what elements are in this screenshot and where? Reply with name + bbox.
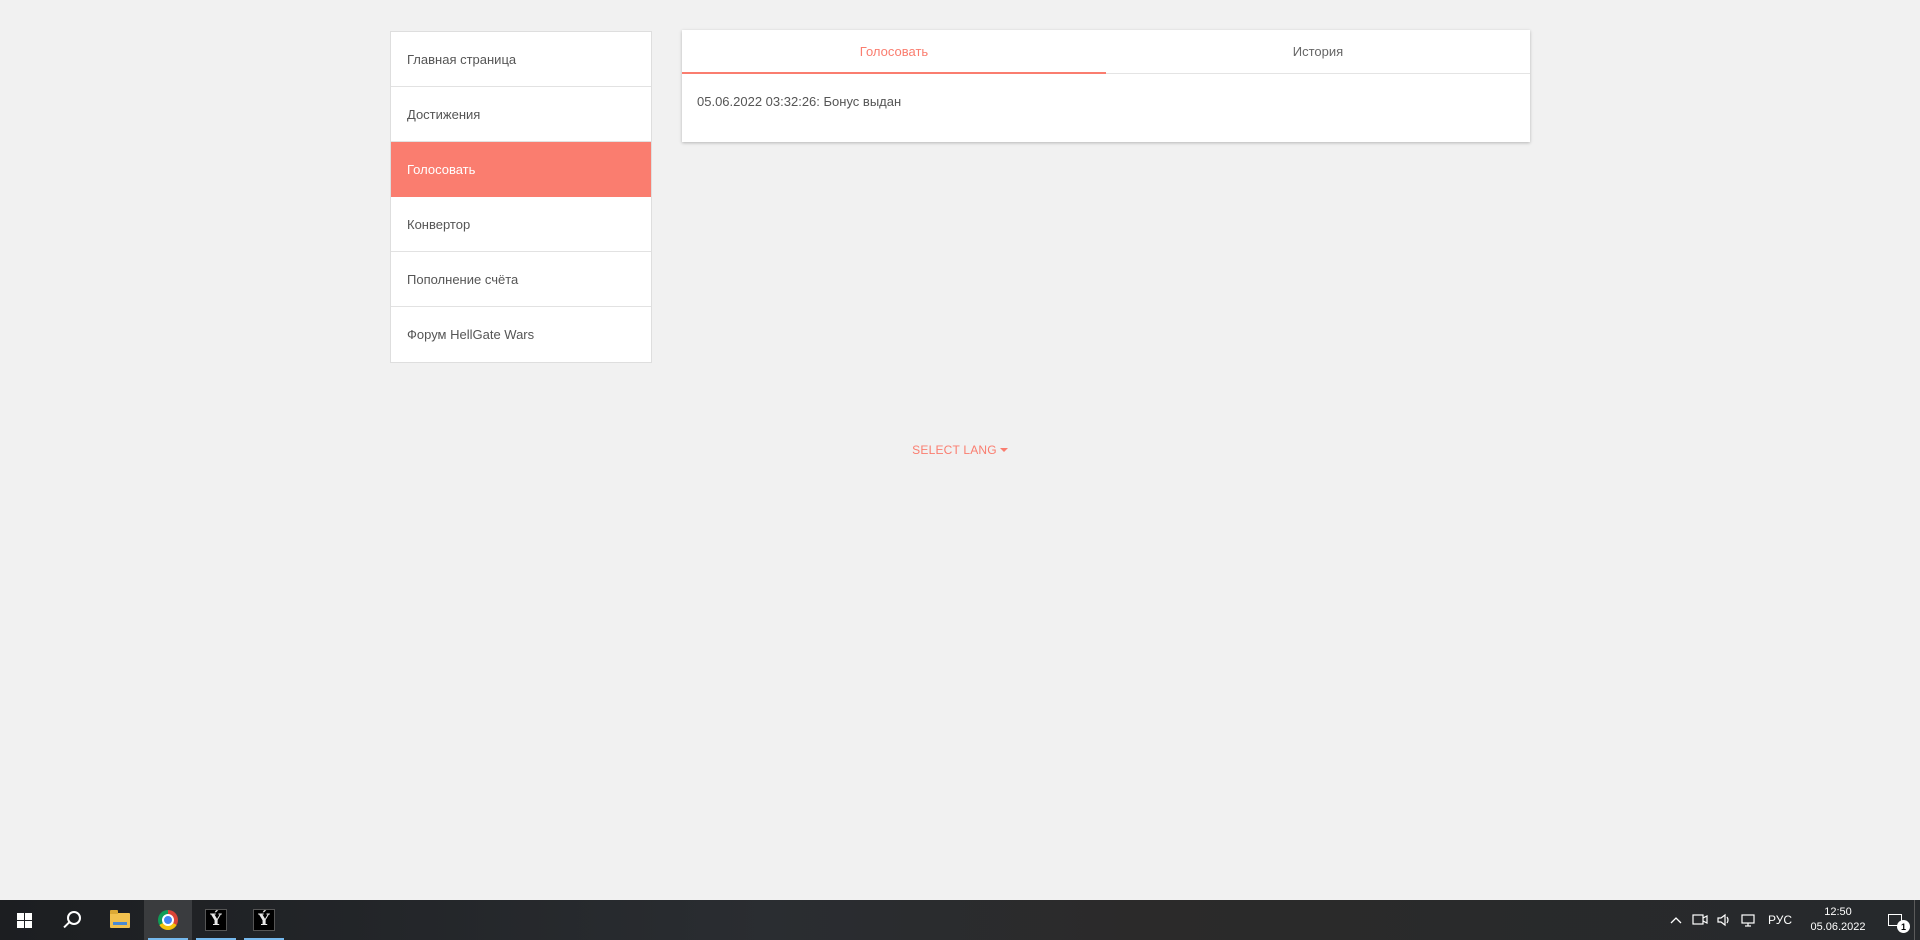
network-icon [1741,914,1755,927]
show-hidden-icons-button[interactable] [1664,900,1688,940]
system-tray: РУС 12:50 05.06.2022 1 [1664,900,1920,940]
game-app-icon: Ý [205,909,227,931]
speaker-icon [1717,913,1729,927]
network-button[interactable] [1736,900,1760,940]
action-center-button[interactable]: 1 [1876,900,1914,940]
volume-button[interactable] [1712,900,1736,940]
sidebar-item-vote[interactable]: Голосовать [391,142,651,197]
taskbar-chrome[interactable] [144,900,192,940]
sidebar-nav: Главная страница Достижения Голосовать К… [390,31,652,363]
card-body: 05.06.2022 03:32:26: Бонус выдан [682,74,1530,129]
taskbar-game-app-1[interactable]: Ý [192,900,240,940]
tab-history[interactable]: История [1106,30,1530,73]
tab-label: Голосовать [859,44,929,59]
select-lang-button[interactable]: SELECT LANG [912,443,1008,457]
camera-tray-button[interactable] [1688,900,1712,940]
sidebar-item-label: Голосовать [407,161,476,177]
sidebar-item-home[interactable]: Главная страница [391,32,651,87]
caret-down-icon [999,447,1008,452]
select-lang-label: SELECT LANG [912,443,997,457]
input-language-button[interactable]: РУС [1760,913,1800,927]
windows-start-icon [16,912,32,928]
sidebar-item-top-up[interactable]: Пополнение счёта [391,252,651,307]
tab-bar: Голосовать История [682,30,1530,74]
sidebar-item-forum[interactable]: Форум HellGate Wars [391,307,651,362]
sidebar-item-label: Пополнение счёта [407,271,519,287]
clock[interactable]: 12:50 05.06.2022 [1800,905,1876,935]
file-explorer-icon [110,909,130,928]
show-desktop-button[interactable] [1914,900,1920,940]
language-selector: SELECT LANG [0,443,1920,457]
search-icon [67,911,81,925]
sidebar-item-label: Достижения [407,106,481,122]
vote-card: Голосовать История 05.06.2022 03:32:26: … [682,30,1530,142]
sidebar-item-label: Форум HellGate Wars [407,327,535,342]
chrome-icon [158,910,178,930]
notification-count-badge: 1 [1897,920,1910,933]
start-button[interactable] [0,900,48,940]
taskbar: Ý Ý РУС 12:50 05.06.2022 1 [0,900,1920,940]
sidebar-item-label: Конвертор [407,216,471,232]
tab-vote[interactable]: Голосовать [682,30,1106,74]
sidebar-item-label: Главная страница [407,51,517,67]
tab-label: История [1292,44,1344,59]
clock-date: 05.06.2022 [1810,921,1866,933]
search-button[interactable] [48,900,96,940]
sidebar-item-achievements[interactable]: Достижения [391,87,651,142]
chevron-up-icon [1670,917,1682,924]
sidebar-item-converter[interactable]: Конвертор [391,197,651,252]
taskbar-game-app-2[interactable]: Ý [240,900,288,940]
game-app-icon: Ý [253,909,275,931]
camera-icon [1692,914,1708,925]
clock-time: 12:50 [1824,906,1852,918]
vote-status-entry: 05.06.2022 03:32:26: Бонус выдан [697,94,902,109]
page: Главная страница Достижения Голосовать К… [0,0,1920,940]
taskbar-file-explorer[interactable] [96,900,144,940]
